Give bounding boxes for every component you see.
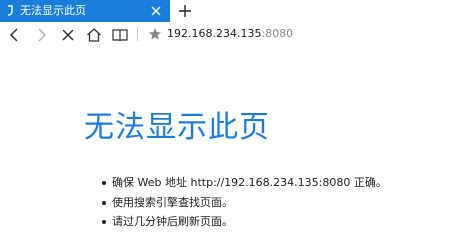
suggestion-text: 确保 Web 地址 http://192.168.234.135:8080 正确… [112, 176, 387, 189]
tab-bar: 无法显示此页 [0, 0, 471, 22]
reading-view-icon[interactable] [111, 26, 129, 44]
suggestion-item: 请过几分钟后刷新页面。 [100, 212, 387, 232]
home-icon[interactable] [85, 26, 103, 44]
error-title: 无法显示此页 [84, 110, 270, 145]
error-suggestions: 确保 Web 地址 http://192.168.234.135:8080 正确… [100, 173, 387, 232]
close-icon[interactable] [150, 5, 162, 17]
url-host: 192.168.234.135 [167, 27, 262, 40]
new-tab-icon[interactable] [178, 4, 192, 18]
bullet-dot [102, 181, 106, 185]
bullet-dot [102, 220, 106, 224]
suggestion-text: 请过几分钟后刷新页面。 [112, 215, 233, 228]
tab-title: 无法显示此页 [20, 4, 86, 17]
stop-icon[interactable] [59, 26, 77, 44]
back-icon[interactable] [6, 26, 24, 44]
suggestion-item: 使用搜索引擎查找页面。 [100, 193, 387, 213]
favorite-star-icon[interactable] [148, 27, 162, 41]
toolbar-divider [137, 27, 138, 41]
forward-icon[interactable] [32, 26, 50, 44]
page-icon [7, 5, 13, 16]
address-bar[interactable]: 192.168.234.135:8080 [167, 27, 293, 41]
bullet-dot [102, 200, 106, 205]
navigation-toolbar: 192.168.234.135:8080 [0, 22, 471, 46]
suggestion-item: 确保 Web 地址 http://192.168.234.135:8080 正确… [100, 173, 387, 193]
suggestion-text: 使用搜索引擎查找页面。 [112, 195, 233, 209]
url-port: :8080 [261, 27, 294, 40]
active-tab[interactable]: 无法显示此页 [0, 0, 170, 22]
